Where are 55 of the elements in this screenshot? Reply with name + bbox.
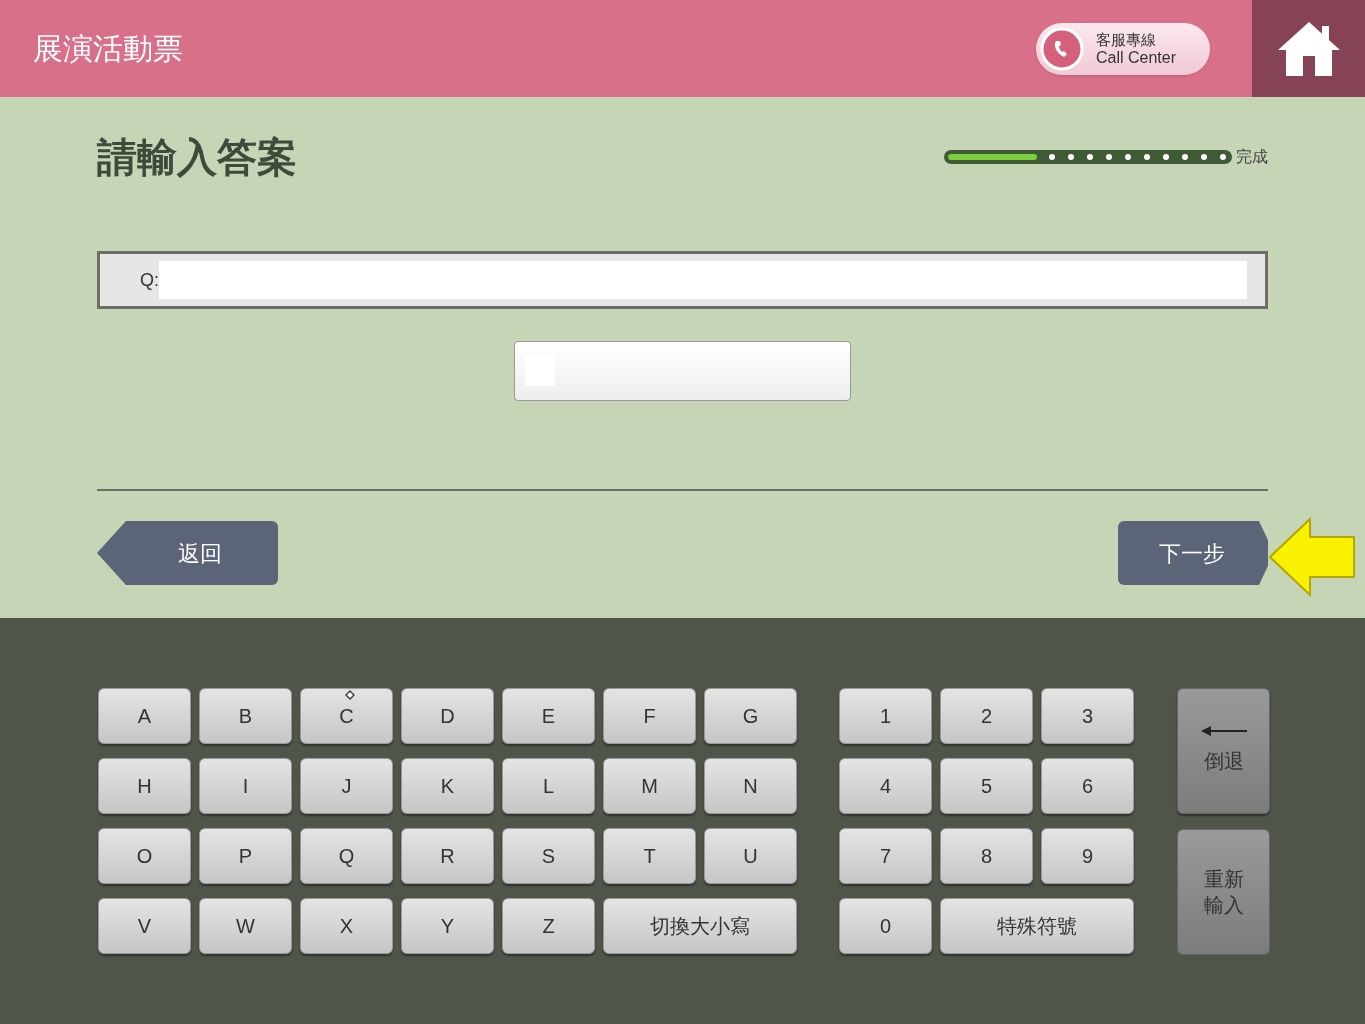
- keyboard-key[interactable]: L: [502, 758, 595, 814]
- page-title: 請輸入答案: [97, 133, 298, 182]
- keyboard-key[interactable]: 7: [839, 828, 932, 884]
- keyboard-key[interactable]: B: [199, 688, 292, 744]
- keyboard-key[interactable]: 8: [940, 828, 1033, 884]
- keyboard-key[interactable]: P: [199, 828, 292, 884]
- call-center-button[interactable]: 客服專線 Call Center: [1036, 22, 1210, 75]
- phone-icon: [1040, 26, 1084, 71]
- keyboard-key[interactable]: 特殊符號: [940, 898, 1134, 954]
- keyboard-key[interactable]: E: [502, 688, 595, 744]
- keyboard-key[interactable]: G: [704, 688, 797, 744]
- keyboard-key[interactable]: 5: [940, 758, 1033, 814]
- mouse-cursor-icon: [345, 690, 355, 700]
- progress-end-label: 完成: [1236, 147, 1268, 167]
- keyboard-key[interactable]: 1: [839, 688, 932, 744]
- keyboard-key[interactable]: U: [704, 828, 797, 884]
- left-arrow-icon: [1200, 726, 1247, 736]
- keyboard-key[interactable]: Y: [401, 898, 494, 954]
- keyboard-key[interactable]: 4: [839, 758, 932, 814]
- keyboard-key[interactable]: Z: [502, 898, 595, 954]
- keyboard-key[interactable]: F: [603, 688, 696, 744]
- reset-key[interactable]: 重新 輸入: [1177, 829, 1270, 955]
- keyboard-key[interactable]: A: [98, 688, 191, 744]
- home-button[interactable]: [1252, 0, 1365, 97]
- keyboard-key[interactable]: K: [401, 758, 494, 814]
- keyboard-key[interactable]: X: [300, 898, 393, 954]
- back-button[interactable]: 返回: [97, 521, 278, 585]
- keyboard-key[interactable]: 6: [1041, 758, 1134, 814]
- keyboard-key[interactable]: N: [704, 758, 797, 814]
- keyboard-key[interactable]: 切換大小寫: [603, 898, 797, 954]
- backspace-key[interactable]: 倒退: [1177, 688, 1270, 814]
- keyboard-key[interactable]: 2: [940, 688, 1033, 744]
- keyboard-key[interactable]: 0: [839, 898, 932, 954]
- question-label: Q:: [140, 268, 159, 292]
- keyboard-key[interactable]: D: [401, 688, 494, 744]
- keyboard-key[interactable]: W: [199, 898, 292, 954]
- keyboard-key[interactable]: J: [300, 758, 393, 814]
- keyboard-key[interactable]: V: [98, 898, 191, 954]
- next-button[interactable]: 下一步: [1118, 521, 1268, 585]
- keyboard-key[interactable]: Q: [300, 828, 393, 884]
- call-center-label: Call Center: [1096, 48, 1177, 67]
- keyboard-key[interactable]: M: [603, 758, 696, 814]
- pointer-arrow-icon: [1268, 517, 1356, 597]
- answer-field[interactable]: [514, 341, 851, 401]
- keyboard-key[interactable]: C: [300, 688, 393, 744]
- app-title: 展演活動票: [33, 30, 184, 68]
- keyboard-key[interactable]: I: [199, 758, 292, 814]
- keyboard-key[interactable]: 3: [1041, 688, 1134, 744]
- keyboard-key[interactable]: S: [502, 828, 595, 884]
- keyboard-key[interactable]: R: [401, 828, 494, 884]
- keyboard-key[interactable]: T: [603, 828, 696, 884]
- keyboard-key[interactable]: 9: [1041, 828, 1134, 884]
- call-center-label: 客服專線: [1096, 30, 1157, 49]
- keyboard-key[interactable]: O: [98, 828, 191, 884]
- keyboard-key[interactable]: H: [98, 758, 191, 814]
